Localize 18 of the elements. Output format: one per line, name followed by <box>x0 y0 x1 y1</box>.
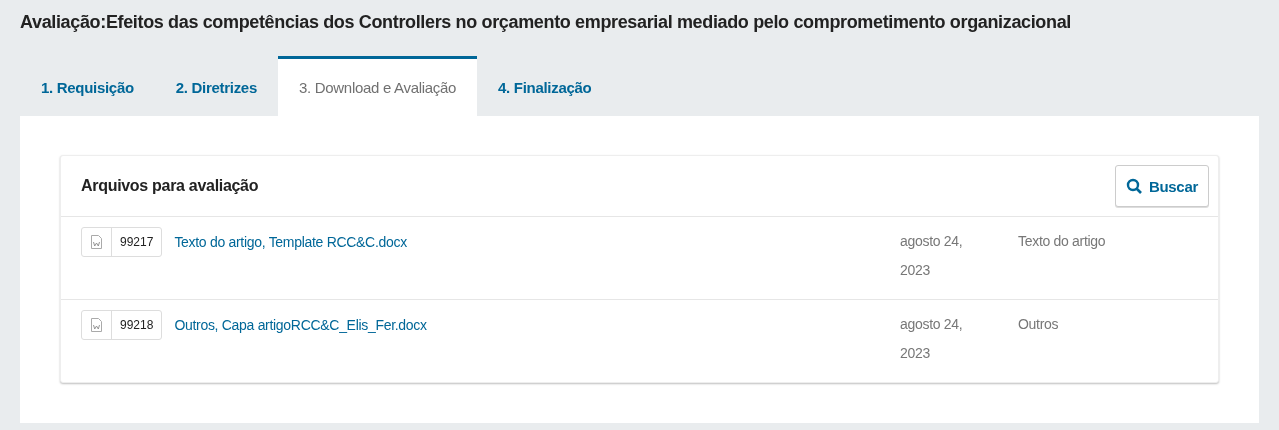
page-title: Avaliação:Efeitos das competências dos Controllers no orçamento empresarial mediado pelo comprometimento organizacional <box>20 11 1072 34</box>
file-id: 99217 <box>119 234 155 251</box>
word-document-icon <box>91 235 102 249</box>
file-date: agosto 24, 2023 <box>900 232 964 280</box>
file-link[interactable]: Texto do artigo, Template RCC&C.docx <box>174 227 900 285</box>
file-type: Texto do artigo <box>1018 232 1107 251</box>
panel-title: Arquivos para avaliação <box>81 177 259 195</box>
search-button[interactable]: Buscar <box>1114 165 1209 207</box>
file-id: 99218 <box>119 317 155 334</box>
search-icon <box>1125 177 1143 195</box>
tab[interactable]: 3. Download e Avaliação <box>277 56 478 116</box>
file-date: agosto 24, 2023 <box>900 315 964 363</box>
file-link[interactable]: Outros, Capa artigoRCC&C_Elis_Fer.docx <box>174 310 900 368</box>
tab[interactable]: 2. Diretrizes <box>154 56 278 116</box>
file-type: Outros <box>1018 315 1060 334</box>
tab[interactable]: 4. Finalização <box>477 56 613 116</box>
word-document-icon <box>91 318 102 332</box>
tab[interactable]: 1. Requisição <box>20 56 155 116</box>
